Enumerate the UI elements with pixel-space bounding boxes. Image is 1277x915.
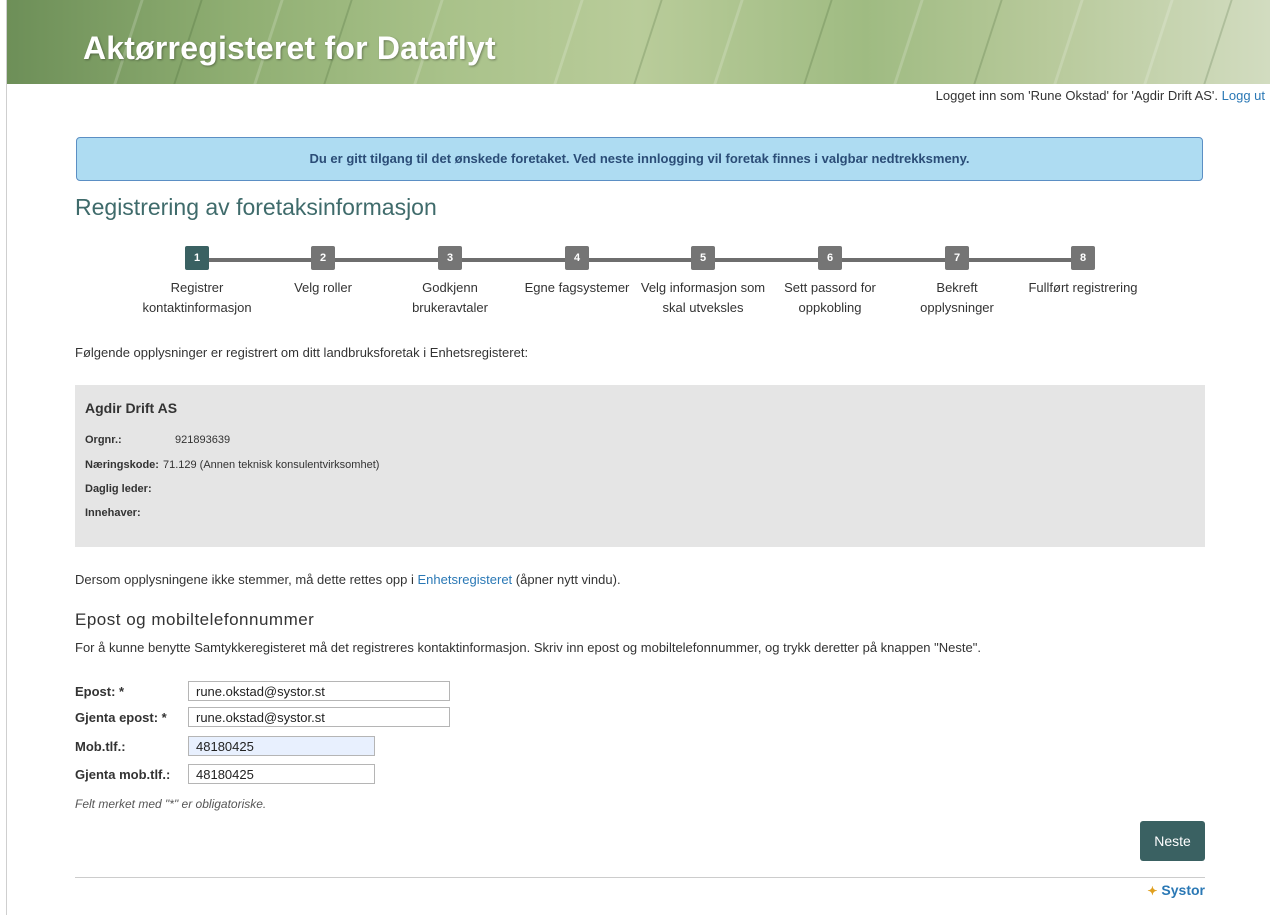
company-name: Agdir Drift AS xyxy=(85,400,178,416)
logout-link[interactable]: Logg ut xyxy=(1222,88,1265,103)
site-title: Aktørregisteret for Dataflyt xyxy=(83,30,496,66)
step-label: Egne fagsystemer xyxy=(524,280,630,295)
naering-row: Næringskode: 71.129 (Annen teknisk konsul… xyxy=(85,459,379,471)
step-number: 4 xyxy=(565,246,589,270)
mobile-repeat-input[interactable] xyxy=(188,764,375,784)
email-input[interactable] xyxy=(188,681,450,701)
contact-section-desc: For å kunne benytte Samtykkeregisteret m… xyxy=(75,640,981,655)
next-button[interactable]: Neste xyxy=(1140,821,1205,861)
page-title: Registrering av foretaksinformasjon xyxy=(75,194,437,220)
step-label: Velg informasjon som skal utveksles xyxy=(640,280,766,315)
step-number: 7 xyxy=(945,246,969,270)
footer-brand-text: Systor xyxy=(1161,882,1205,898)
step-label: Bekreft opplysninger xyxy=(920,280,994,315)
step-number: 6 xyxy=(818,246,842,270)
email-repeat-label: Gjenta epost: * xyxy=(75,710,167,725)
email-repeat-input[interactable] xyxy=(188,707,450,727)
naering-label: Næringskode: xyxy=(85,459,159,471)
orgnr-value: 921893639 xyxy=(175,434,231,446)
footer-brand[interactable]: ✦ Systor xyxy=(1147,882,1205,898)
step-number: 2 xyxy=(311,246,335,270)
step-5: 5 Velg informasjon som skal utveksles xyxy=(633,246,773,318)
contact-section-title: Epost og mobiltelefonnummer xyxy=(75,610,315,629)
step-label: Velg roller xyxy=(294,280,352,295)
step-label: Fullført registrering xyxy=(1028,280,1138,295)
required-fields-note: Felt merket med "*" er obligatoriske. xyxy=(75,797,267,811)
orgnr-label: Orgnr.: xyxy=(85,434,122,446)
company-info-box: Agdir Drift AS Orgnr.: 921893639 Næringsk… xyxy=(75,385,1205,547)
step-label: Godkjenn brukeravtaler xyxy=(412,280,488,315)
leder-row: Daglig leder: xyxy=(85,483,175,495)
step-number: 1 xyxy=(185,246,209,270)
step-number: 8 xyxy=(1071,246,1095,270)
login-status: Logget inn som 'Rune Okstad' for 'Agdir … xyxy=(936,88,1265,103)
correction-before: Dersom opplysningene ikke stemmer, må de… xyxy=(75,572,418,587)
step-3: 3 Godkjenn brukeravtaler xyxy=(380,246,520,318)
access-granted-alert: Du er gitt tilgang til det ønskede foret… xyxy=(76,137,1203,181)
innehaver-row: Innehaver: xyxy=(85,507,175,519)
step-label: Sett passord for oppkobling xyxy=(784,280,876,315)
step-6: 6 Sett passord for oppkobling xyxy=(760,246,900,318)
correction-after: (åpner nytt vindu). xyxy=(512,572,621,587)
correction-text: Dersom opplysningene ikke stemmer, må de… xyxy=(75,572,621,587)
step-8: 8 Fullført registrering xyxy=(1013,246,1153,298)
header-banner: Aktørregisteret for Dataflyt xyxy=(7,0,1270,84)
mobile-input[interactable] xyxy=(188,736,375,756)
naering-value: 71.129 (Annen teknisk konsulentvirksomhe… xyxy=(162,459,380,471)
step-1: 1 Registrer kontaktinformasjon xyxy=(127,246,267,318)
page-border xyxy=(6,0,7,915)
step-2: 2 Velg roller xyxy=(253,246,393,298)
registry-intro-text: Følgende opplysninger er registrert om d… xyxy=(75,345,529,360)
login-text: Logget inn som 'Rune Okstad' for 'Agdir … xyxy=(935,88,1222,103)
step-number: 5 xyxy=(691,246,715,270)
innehaver-label: Innehaver: xyxy=(85,507,141,519)
step-7: 7 Bekreft opplysninger xyxy=(887,246,1027,318)
step-number: 3 xyxy=(438,246,462,270)
step-label: Registrer kontaktinformasjon xyxy=(142,280,252,315)
leder-label: Daglig leder: xyxy=(85,483,152,495)
orgnr-row: Orgnr.: 921893639 xyxy=(85,434,230,446)
enhetsregisteret-link[interactable]: Enhetsregisteret xyxy=(418,572,513,587)
footer-divider xyxy=(75,877,1205,878)
mobile-repeat-label: Gjenta mob.tlf.: xyxy=(75,767,171,782)
systor-logo-icon: ✦ xyxy=(1147,884,1158,898)
email-label: Epost: * xyxy=(75,684,125,699)
registration-stepper: 1 Registrer kontaktinformasjon 2 Velg ro… xyxy=(75,246,1205,326)
mobile-label: Mob.tlf.: xyxy=(75,739,126,754)
step-4: 4 Egne fagsystemer xyxy=(507,246,647,298)
